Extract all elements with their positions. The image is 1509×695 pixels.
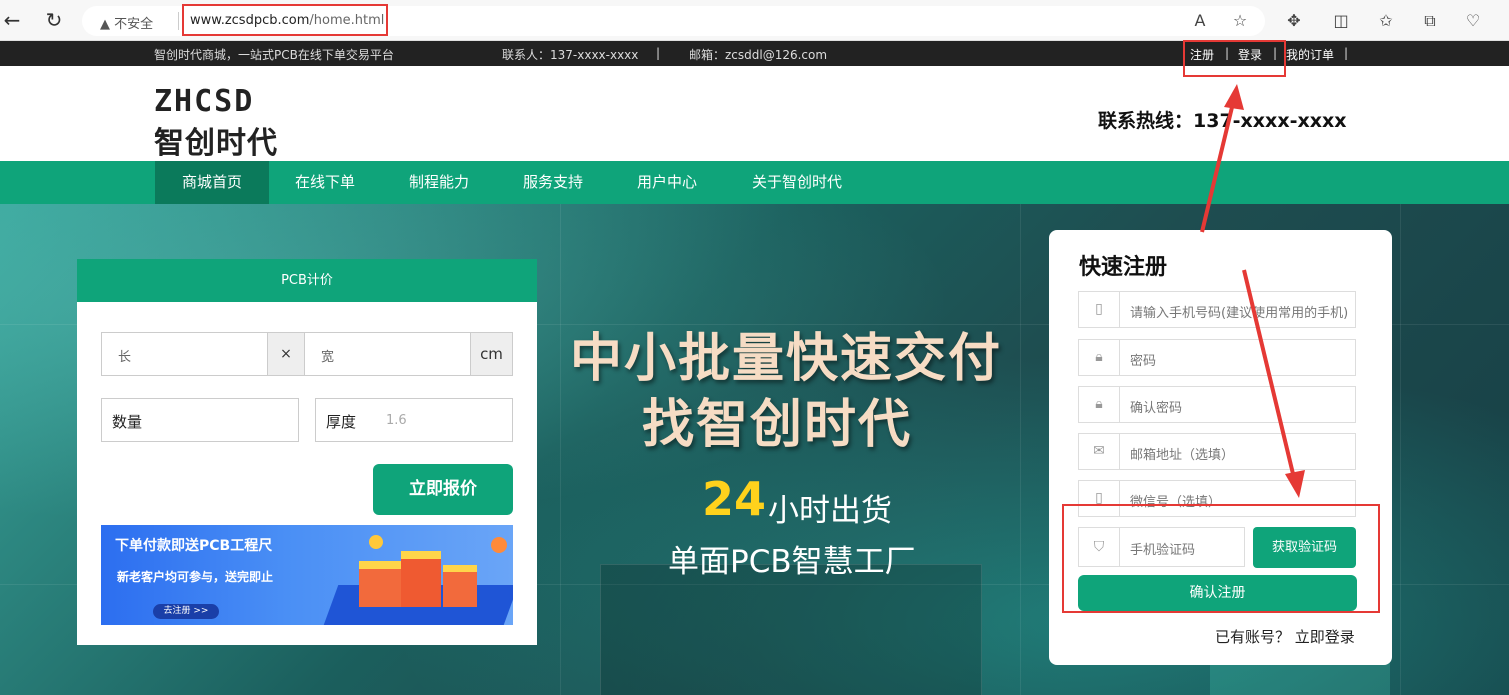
hero-headline-1: 中小批量快速交付 xyxy=(570,329,1003,389)
register-highlight-box xyxy=(1062,504,1380,613)
insecure-label: 不安全 xyxy=(114,17,154,32)
gift-box-icon xyxy=(401,551,441,607)
width-input[interactable]: 宽 xyxy=(304,332,471,376)
favorites-icon[interactable]: ✩ xyxy=(1375,10,1397,32)
confirm-password-placeholder: 确认密码 xyxy=(1130,401,1183,416)
url-highlight-box xyxy=(182,4,388,36)
quantity-label: 数量 xyxy=(112,413,143,431)
thickness-input[interactable]: 厚度 1.6 xyxy=(315,398,513,442)
logo-chinese[interactable]: 智创时代 xyxy=(154,118,278,162)
gift-box-icon xyxy=(359,561,405,607)
nav-item-user-center[interactable]: 用户中心 xyxy=(624,161,710,204)
strip-separator: | xyxy=(656,46,661,60)
promo-title: 下单付款即送PCB工程尺 xyxy=(115,538,273,554)
width-placeholder: 宽 xyxy=(321,350,335,365)
favorite-star-icon[interactable]: ☆ xyxy=(1229,10,1251,32)
extensions-icon[interactable]: ✥ xyxy=(1283,10,1305,32)
phone-input[interactable]: ▯ 请输入手机号码(建议使用常用的手机) xyxy=(1078,291,1356,328)
phone-placeholder: 请输入手机号码(建议使用常用的手机) xyxy=(1130,306,1349,321)
mail-icon: ✉ xyxy=(1079,434,1120,469)
contact-person: 联系人：137-xxxx-xxxx xyxy=(502,48,639,62)
nav-item-online-order[interactable]: 在线下单 xyxy=(282,161,368,204)
hotline-text: 联系热线：137-xxxx-xxxx xyxy=(1098,110,1347,132)
login-prompt: 已有账号？ 立即登录 xyxy=(1215,626,1355,647)
pcb-panel-title: PCB计价 xyxy=(77,259,537,302)
hero-hours-text: 小时出货 xyxy=(768,493,892,529)
length-input[interactable]: 长 xyxy=(101,332,268,376)
nav-item-about[interactable]: 关于智创时代 xyxy=(738,161,856,204)
confirm-password-input[interactable]: 🔒︎ 确认密码 xyxy=(1078,386,1356,423)
logo-english[interactable]: ZHCSD xyxy=(154,84,254,119)
lock-icon: 🔒︎ xyxy=(1079,387,1120,422)
password-input[interactable]: 🔒︎ 密码 xyxy=(1078,339,1356,376)
unit-addon: cm xyxy=(470,332,513,376)
browser-essentials-icon[interactable]: ♡ xyxy=(1462,10,1484,32)
quote-now-button[interactable]: 立即报价 xyxy=(373,464,513,515)
promo-banner[interactable]: 下单付款即送PCB工程尺 新老客户均可参与，送完即止 去注册 >> xyxy=(101,525,513,625)
thickness-label: 厚度 xyxy=(326,413,357,431)
nav-item-home[interactable]: 商城首页 xyxy=(155,161,269,204)
length-placeholder: 长 xyxy=(118,350,132,365)
strip-separator: | xyxy=(1344,46,1349,60)
reload-icon[interactable]: ↻ xyxy=(42,8,66,32)
my-orders-link[interactable]: 我的订单 xyxy=(1286,46,1334,63)
collections-icon[interactable]: ⧉ xyxy=(1419,10,1441,32)
hero-headline-2: 找智创时代 xyxy=(642,395,913,455)
warning-icon: ▲ xyxy=(100,17,110,32)
split-screen-icon[interactable]: ◫ xyxy=(1330,10,1352,32)
coin-icon xyxy=(491,537,507,553)
password-placeholder: 密码 xyxy=(1130,354,1157,369)
security-indicator[interactable]: ▲ 不安全 xyxy=(100,13,153,32)
email-placeholder: 邮箱地址（选填） xyxy=(1130,448,1235,463)
phone-icon: ▯ xyxy=(1079,292,1120,327)
site-slogan: 智创时代商城，一站式PCB在线下单交易平台 xyxy=(154,48,394,62)
nav-item-process-capability[interactable]: 制程能力 xyxy=(396,161,482,204)
promo-register-button[interactable]: 去注册 >> xyxy=(153,604,219,619)
email-input[interactable]: ✉ 邮箱地址（选填） xyxy=(1078,433,1356,470)
hero-factory-text: 单面PCB智慧工厂 xyxy=(668,544,916,580)
contact-email: 邮箱：zcsddl@126.com xyxy=(689,48,828,62)
coin-icon xyxy=(369,535,383,549)
read-aloud-icon[interactable]: A xyxy=(1189,10,1211,32)
register-title: 快速注册 xyxy=(1079,255,1168,280)
address-divider xyxy=(178,12,179,30)
hero-hours-number: 24 xyxy=(702,472,767,526)
nav-item-service-support[interactable]: 服务支持 xyxy=(510,161,596,204)
login-now-link[interactable]: 立即登录 xyxy=(1295,628,1355,646)
lock-icon: 🔒︎ xyxy=(1079,340,1120,375)
have-account-text: 已有账号？ xyxy=(1215,628,1291,646)
promo-subtitle: 新老客户均可参与，送完即止 xyxy=(117,570,274,584)
thickness-value: 1.6 xyxy=(386,413,407,428)
times-addon: × xyxy=(267,332,305,376)
auth-highlight-box xyxy=(1183,40,1286,77)
gift-box-icon xyxy=(443,565,477,607)
main-navigation: 商城首页 在线下单 制程能力 服务支持 用户中心 关于智创时代 xyxy=(0,161,1509,204)
pcb-quote-panel: PCB计价 长 × 宽 cm 数量 厚度 1.6 立即报价 下单付款即送PCB工… xyxy=(77,259,537,645)
back-icon[interactable]: ← xyxy=(0,8,24,32)
quantity-input[interactable]: 数量 xyxy=(101,398,299,442)
